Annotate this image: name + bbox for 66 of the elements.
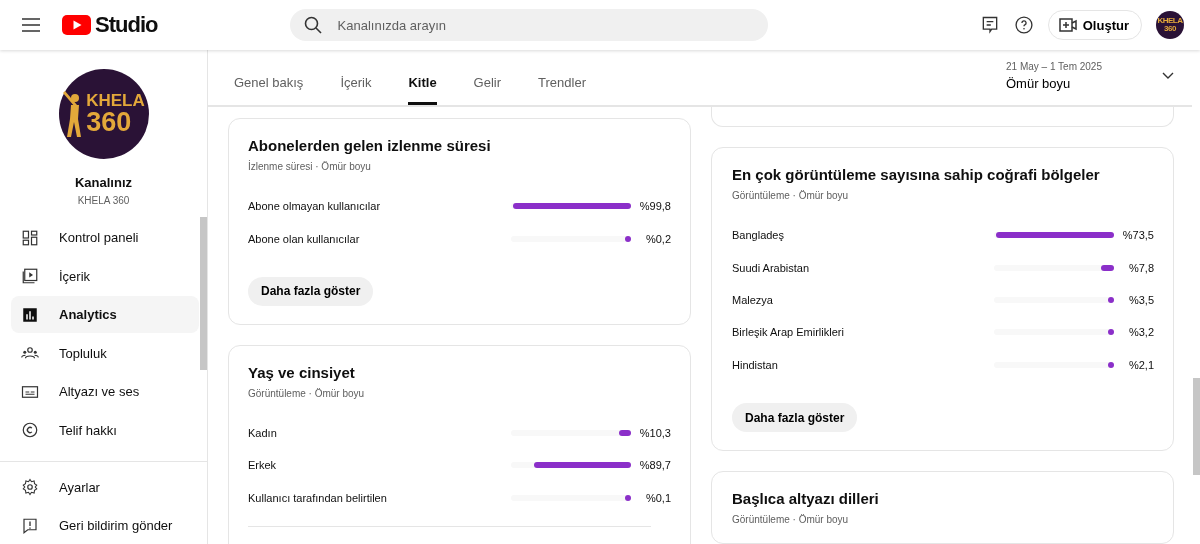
grid-icon [21, 228, 39, 247]
card-subtitle: Görüntüleme · Ömür boyu [732, 514, 850, 525]
copyright-icon [21, 421, 39, 440]
card-subtitle: Görüntüleme · Ömür boyu [732, 190, 850, 202]
row-label: Kadın [248, 426, 277, 439]
video-plus-icon [1058, 18, 1077, 32]
tab[interactable]: Trendler [538, 72, 586, 105]
date-range-dropdown[interactable]: 21 May – 1 Tem 2025 Ömür boyu [1000, 59, 1192, 92]
show-more-button[interactable]: Daha fazla göster [248, 276, 374, 306]
tab[interactable]: Gelir [473, 72, 502, 105]
search-icon [303, 16, 322, 34]
show-more-button[interactable]: Daha fazla göster [732, 403, 858, 432]
play-logo-icon [62, 15, 91, 35]
menu-icon[interactable] [22, 18, 40, 32]
card-title: Başlıca altyazı dilleri [732, 490, 880, 507]
card-title: Yaş ve cinsiyet [248, 363, 356, 381]
row-value: %0,1 [644, 491, 671, 504]
card-subtitle: Görüntüleme · Ömür boyu [248, 387, 366, 399]
scrollbar-thumb[interactable] [200, 217, 207, 370]
help-icon[interactable] [1013, 15, 1034, 35]
row-label: Abone olan kullanıcılar [248, 232, 360, 245]
row-label: Suudi Arabistan [732, 261, 810, 274]
row-value: %89,7 [638, 459, 671, 472]
sidebar-item[interactable]: Analytics [11, 296, 199, 334]
play-box-icon [21, 267, 39, 286]
row-value: %10,3 [638, 426, 671, 439]
row-value: %3,2 [1127, 326, 1154, 339]
channel-label: Kanalınız [74, 175, 133, 190]
row-label: Birleşik Arap Emirlikleri [732, 326, 844, 339]
row-label: Abone olmayan kullanıcılar [248, 200, 381, 213]
feedback-icon [21, 516, 39, 535]
row-value: %0,2 [644, 232, 671, 245]
row-label: Erkek [248, 459, 277, 472]
bar-chart-icon [21, 305, 39, 324]
account-avatar[interactable]: KHELA 360 [1156, 11, 1184, 39]
tab[interactable]: Genel bakış [234, 72, 304, 105]
sidebar-item[interactable]: Telif hakkı [11, 411, 199, 449]
scrollbar-thumb[interactable] [1193, 378, 1200, 475]
card-subtitle: İzlenme süresi · Ömür boyu [248, 161, 372, 172]
search-input[interactable]: Kanalınızda arayın [335, 16, 754, 34]
card-title: En çok görüntüleme sayısına sahip coğrafi bölgeler [732, 166, 1101, 184]
row-value: %7,8 [1127, 261, 1154, 274]
sidebar-item[interactable]: Geri bildirim gönder [11, 507, 199, 544]
sidebar-item[interactable]: Altyazı ve ses [11, 373, 199, 411]
sidebar-item[interactable]: Ayarlar [11, 468, 199, 506]
row-label: Malezya [732, 294, 773, 306]
logo-text: Studio [95, 12, 158, 38]
row-value: %99,8 [638, 200, 671, 213]
row-value: %73,5 [1121, 229, 1154, 242]
sidebar-item[interactable]: Kontrol paneli [11, 219, 199, 256]
sidebar-item[interactable]: İçerik [11, 257, 199, 295]
tab[interactable]: Kitle [408, 72, 437, 105]
row-value: %2,1 [1127, 358, 1154, 371]
channel-logo: KHELA 360 [58, 69, 149, 159]
tab[interactable]: İçerik [340, 72, 372, 105]
row-value: %3,5 [1127, 294, 1154, 306]
sidebar-item[interactable]: Topluluk [11, 334, 199, 372]
row-label: Bangladeş [732, 229, 784, 242]
settings-icon [21, 478, 39, 497]
card-title: Abonelerden gelen izlenme süresi [248, 137, 492, 154]
search-field[interactable]: Kanalınızda arayın [289, 9, 768, 41]
create-button[interactable]: Oluştur [1047, 10, 1142, 40]
row-label: Hindistan [732, 358, 778, 371]
channel-name: KHELA 360 [77, 195, 130, 206]
row-label: Kullanıcı tarafından belirtilen [248, 491, 387, 504]
chevron-down-icon [1162, 71, 1174, 80]
